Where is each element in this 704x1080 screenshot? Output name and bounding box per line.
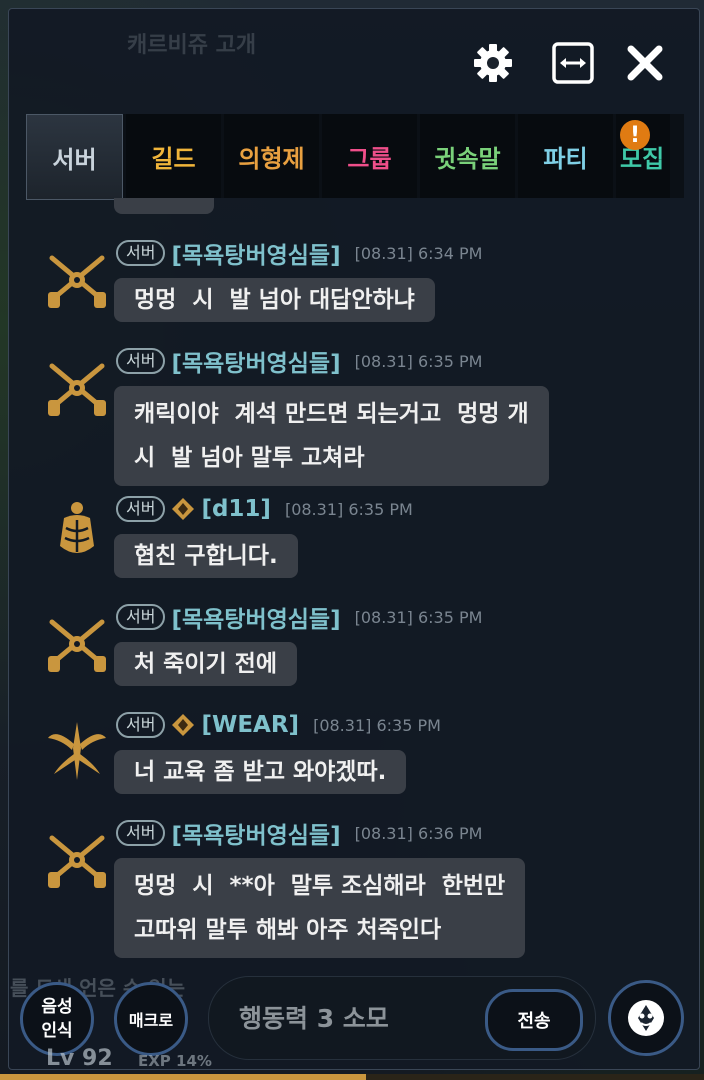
message-bubble: 처 죽이기 전에 xyxy=(114,642,297,686)
emoticon-button[interactable] xyxy=(608,980,684,1056)
chat-input-container: 전송 xyxy=(208,976,596,1060)
settings-button[interactable] xyxy=(470,40,516,86)
message-header: 서버 [WEAR] [08.31] 6:35 PM xyxy=(116,710,441,740)
rank-diamond-icon xyxy=(172,714,195,736)
tab-label: 의형제 xyxy=(238,144,305,173)
sender-name[interactable]: [목욕탕버영심들] xyxy=(171,600,340,634)
resize-button[interactable] xyxy=(550,40,596,86)
sender-name[interactable]: [목욕탕버영심들] xyxy=(171,816,340,850)
send-button[interactable]: 전송 xyxy=(485,989,583,1051)
channel-badge: 서버 xyxy=(116,712,166,738)
channel-badge: 서버 xyxy=(116,604,166,630)
player-level: Lv 92 xyxy=(46,1046,113,1071)
partial-bubble xyxy=(114,198,214,214)
tab-brotherhood[interactable]: 의형제 xyxy=(224,114,319,198)
winged-dagger-icon xyxy=(48,722,106,780)
message-bubble: 멍멍 시 **아 말투 조심해라 한번만 고따위 말투 해봐 아주 처죽인다 xyxy=(114,858,526,958)
message-bubble: 캐릭이야 계석 만드면 되는거고 멍멍 개 시 발 넘아 말투 고쳐라 xyxy=(114,386,549,486)
channel-tabs: 서버 길드 의형제 그룹 귓속말 파티 모집 xyxy=(26,114,684,200)
message-time: [08.31] 6:35 PM xyxy=(284,499,413,519)
message-time: [08.31] 6:34 PM xyxy=(354,243,483,263)
rank-diamond-icon xyxy=(172,498,195,520)
channel-badge: 서버 xyxy=(116,820,166,846)
tab-guild[interactable]: 길드 xyxy=(126,114,221,198)
crossed-pistols-icon xyxy=(48,835,106,888)
message-time: [08.31] 6:36 PM xyxy=(354,823,483,843)
channel-badge: 서버 xyxy=(116,240,166,266)
macro-button[interactable]: 매크로 xyxy=(114,982,188,1056)
message-header: 서버 [목욕탕버영심들] [08.31] 6:35 PM xyxy=(116,600,483,634)
crossed-pistols-icon xyxy=(48,619,106,672)
channel-badge: 서버 xyxy=(116,348,166,374)
message-header: 서버 [목욕탕버영심들] [08.31] 6:34 PM xyxy=(116,236,483,270)
tab-whisper[interactable]: 귓속말 xyxy=(420,114,515,198)
message-header: 서버 [d11] [08.31] 6:35 PM xyxy=(116,494,413,524)
tab-label: 그룹 xyxy=(347,144,392,173)
chat-input[interactable] xyxy=(237,997,471,1039)
sender-name[interactable]: [WEAR] xyxy=(201,712,299,738)
message-header: 서버 [목욕탕버영심들] [08.31] 6:35 PM xyxy=(116,344,483,378)
tab-label: 서버 xyxy=(52,145,97,174)
voice-button-label: 음성 인식 xyxy=(41,997,73,1041)
crossed-pistols-icon xyxy=(48,255,106,308)
chat-message-list[interactable]: 서버 [목욕탕버영심들] [08.31] 6:34 PM 멍멍 시 발 넘아 대… xyxy=(26,198,684,964)
channel-badge: 서버 xyxy=(116,496,166,522)
tab-label: 길드 xyxy=(151,144,196,173)
close-button[interactable] xyxy=(622,40,668,86)
message-bubble: 협친 구합니다. xyxy=(114,534,298,578)
tab-server[interactable]: 서버 xyxy=(26,114,123,200)
send-button-label: 전송 xyxy=(517,1011,551,1032)
exp-bar xyxy=(0,1074,704,1080)
sender-name[interactable]: [d11] xyxy=(201,496,271,522)
background-map-title: 캐르비쥬 고개 xyxy=(127,33,257,58)
message-header: 서버 [목욕탕버영심들] [08.31] 6:36 PM xyxy=(116,816,483,850)
emoticon-face-icon xyxy=(628,1000,664,1036)
armored-warrior-icon xyxy=(60,502,94,553)
message-time: [08.31] 6:35 PM xyxy=(354,351,483,371)
sender-name[interactable]: [목욕탕버영심들] xyxy=(171,344,340,378)
exp-bar-fill xyxy=(0,1074,367,1080)
expand-horizontal-icon xyxy=(552,42,594,84)
tab-label: 귓속말 xyxy=(434,144,501,173)
message-bubble: 너 교육 좀 받고 와야겠따. xyxy=(114,750,407,794)
exp-percentage: EXP 14% xyxy=(138,1052,212,1070)
voice-recognition-button[interactable]: 음성 인식 xyxy=(20,982,94,1056)
tab-group[interactable]: 그룹 xyxy=(322,114,417,198)
message-time: [08.31] 6:35 PM xyxy=(313,715,441,735)
gear-icon xyxy=(474,44,512,82)
message-time: [08.31] 6:35 PM xyxy=(354,607,483,627)
tab-label: 파티 xyxy=(543,144,588,173)
tab-party[interactable]: 파티 xyxy=(518,114,613,198)
sender-name[interactable]: [목욕탕버영심들] xyxy=(171,236,340,270)
message-bubble: 멍멍 시 발 넘아 대답안하냐 xyxy=(114,278,435,322)
close-icon xyxy=(627,45,663,81)
alert-badge-icon: ! xyxy=(620,120,650,150)
macro-button-label: 매크로 xyxy=(128,1011,174,1030)
crossed-pistols-icon xyxy=(48,363,106,416)
